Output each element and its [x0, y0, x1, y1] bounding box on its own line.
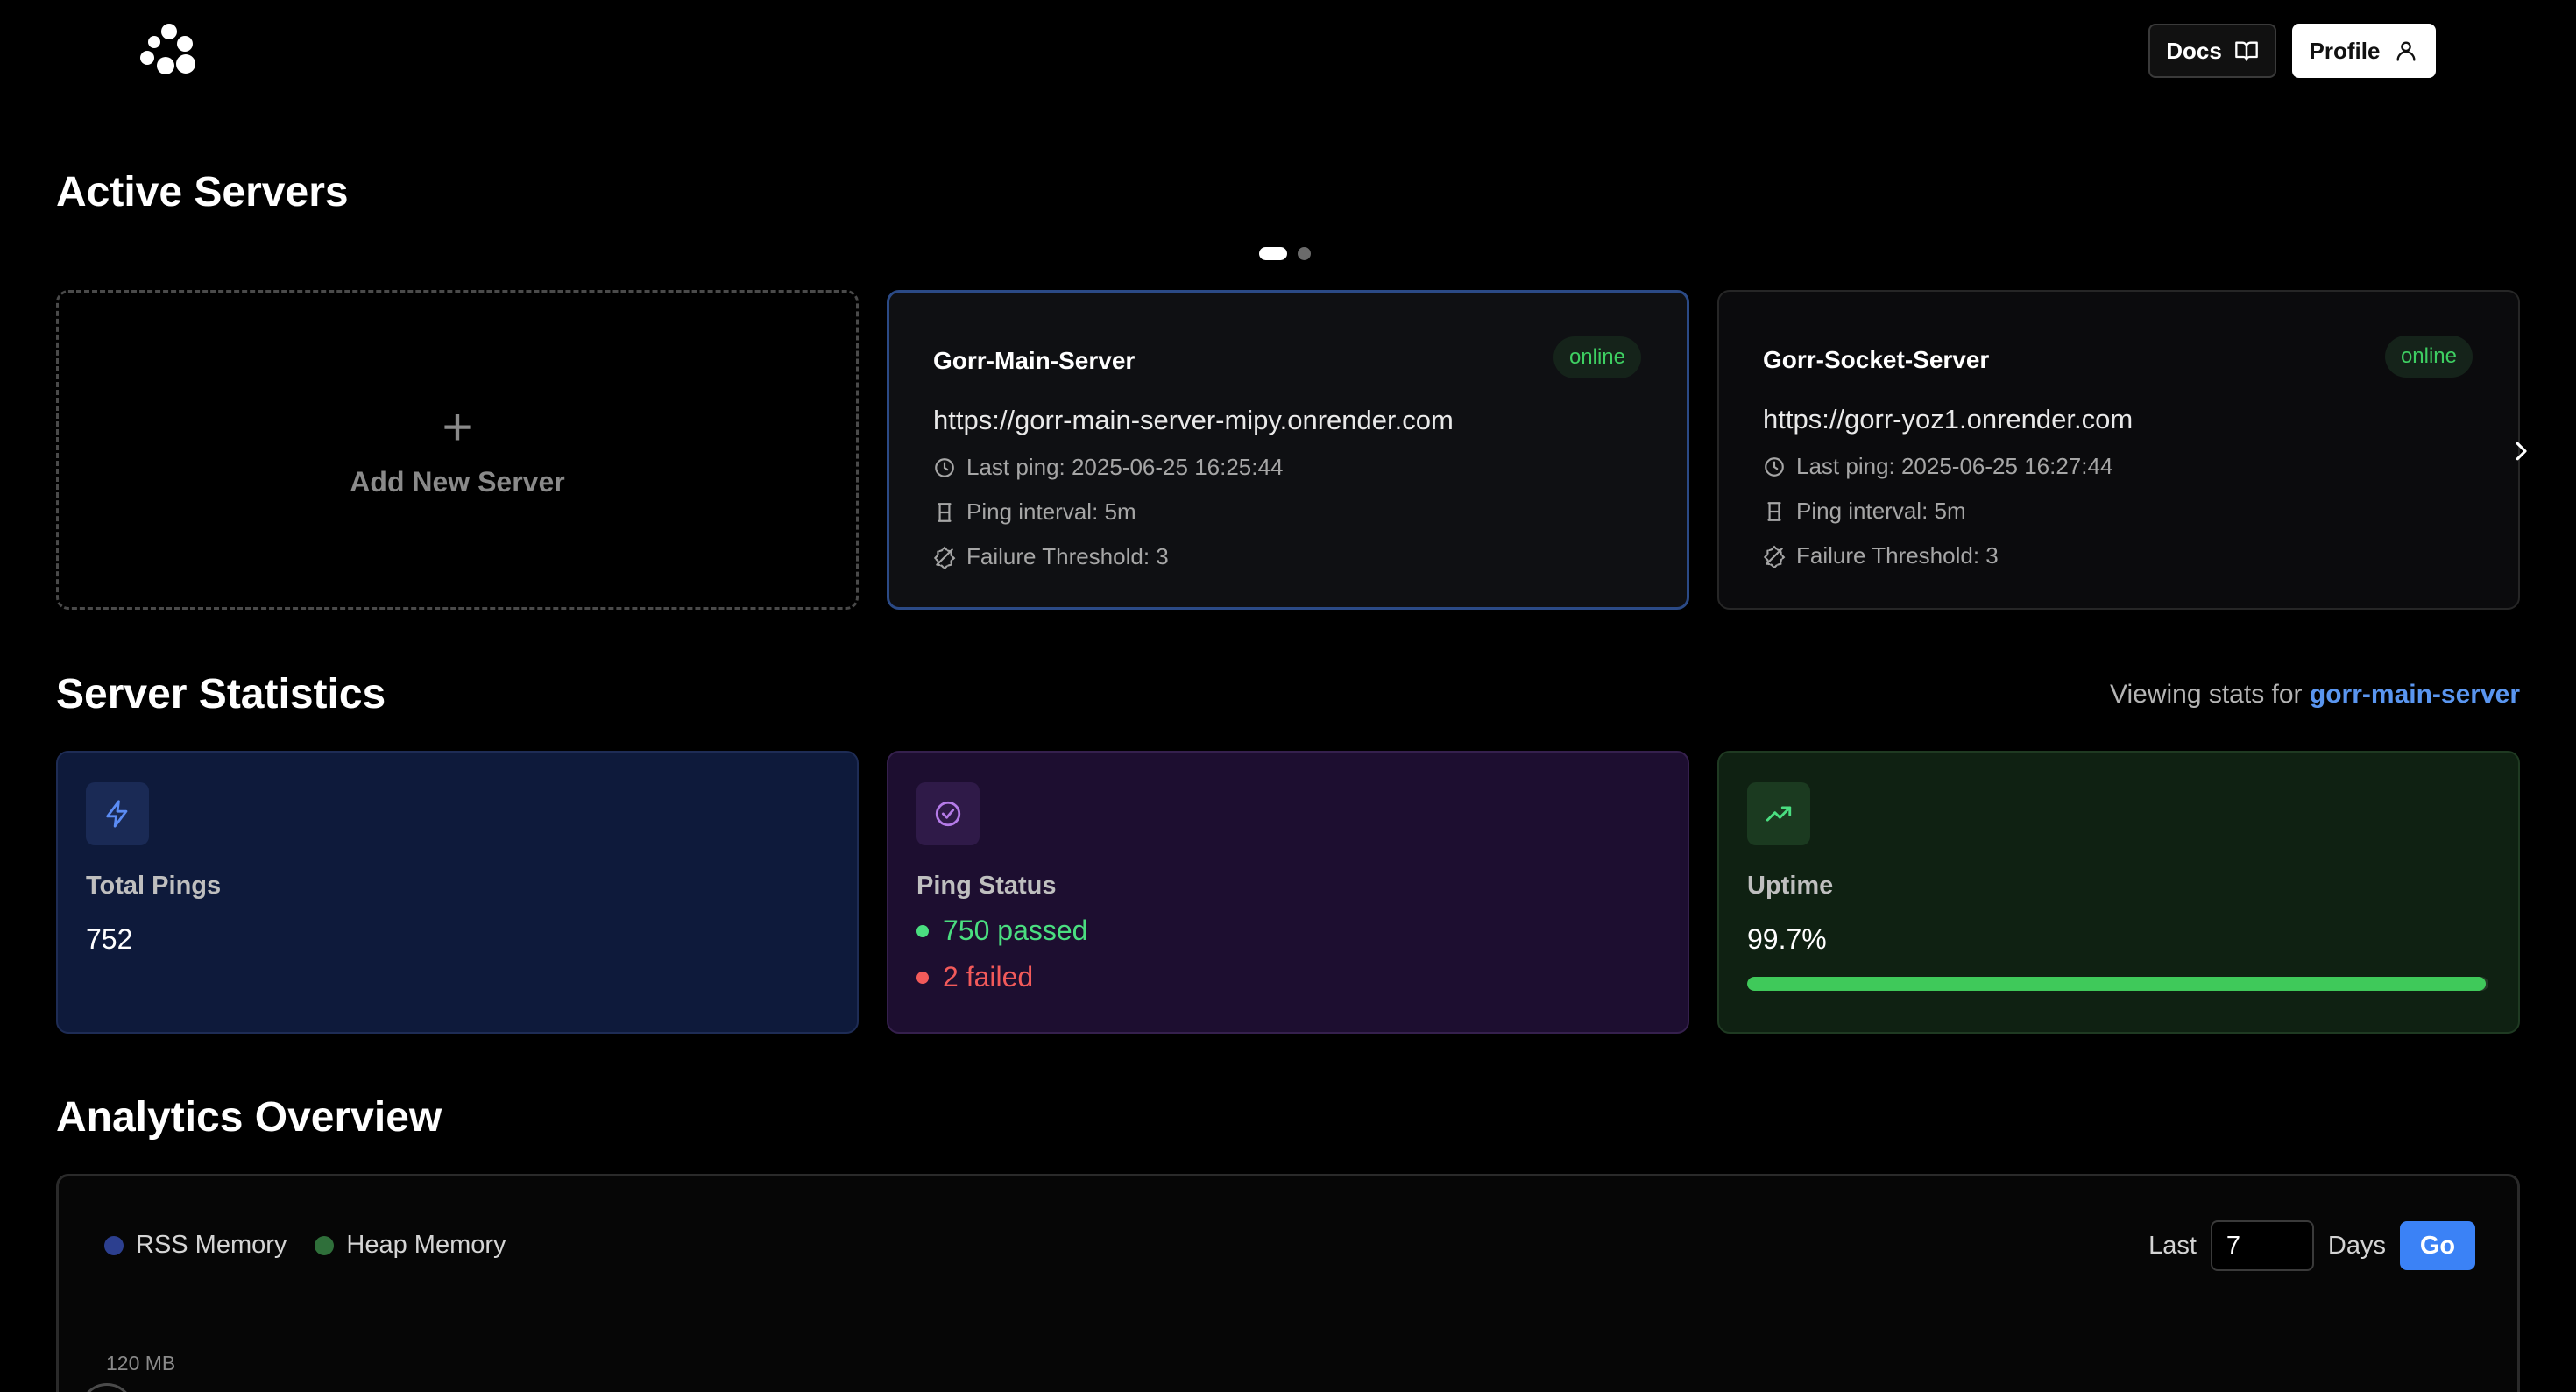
legend-swatch — [104, 1235, 124, 1255]
profile-label: Profile — [2309, 37, 2381, 64]
status-badge: online — [1553, 336, 1641, 378]
ping-interval-text: Ping interval: 5m — [1796, 498, 1966, 524]
total-pings-label: Total Pings — [86, 872, 222, 900]
server-url: https://gorr-yoz1.onrender.com — [1763, 404, 2134, 435]
ping-status-card: Ping Status 750 passed 2 failed — [887, 751, 1689, 1034]
ping-interval-row: Ping interval: 5m — [933, 498, 1643, 526]
failure-threshold-text: Failure Threshold: 3 — [1796, 542, 1999, 569]
ping-status-label: Ping Status — [916, 872, 1057, 900]
server-statistics-title: Server Statistics — [56, 671, 386, 717]
server-name: Gorr-Socket-Server — [1763, 346, 1990, 373]
lightning-icon — [86, 782, 149, 845]
analytics-overview-title: Analytics Overview — [56, 1094, 442, 1141]
failed-row: 2 failed — [916, 961, 1660, 993]
viewing-server-link[interactable]: gorr-main-server — [2310, 680, 2520, 709]
legend-item-rss[interactable]: RSS Memory — [104, 1231, 287, 1260]
analytics-chart-card: RSS Memory Heap Memory Last Days Go 120 … — [56, 1174, 2520, 1392]
server-url: https://gorr-main-server-mipy.onrender.c… — [933, 405, 1454, 435]
chart-axis-point — [80, 1383, 134, 1392]
add-server-card[interactable]: + Add New Server — [56, 290, 859, 610]
y-axis-tick: 120 MB — [106, 1352, 176, 1374]
failed-dot — [916, 971, 929, 984]
legend-item-heap[interactable]: Heap Memory — [315, 1231, 506, 1260]
clock-icon — [1763, 456, 1786, 478]
days-input[interactable] — [2210, 1220, 2314, 1271]
last-ping-text: Last ping: 2025-06-25 16:27:44 — [1796, 453, 2113, 479]
passed-dot — [916, 924, 929, 937]
total-pings-card: Total Pings 752 — [56, 751, 859, 1034]
uptime-label: Uptime — [1747, 872, 1834, 900]
chevron-right-icon — [2508, 438, 2534, 464]
passed-row: 750 passed — [916, 915, 1660, 947]
server-card[interactable]: Gorr-Main-Server online https://gorr-mai… — [887, 290, 1689, 610]
uptime-value: 99.7% — [1747, 923, 1827, 955]
book-icon — [2234, 39, 2259, 63]
last-ping-row: Last ping: 2025-06-25 16:27:44 — [1763, 453, 2474, 480]
docs-button[interactable]: Docs — [2148, 24, 2276, 78]
date-range-controls: Last Days Go — [2148, 1220, 2475, 1271]
add-server-label: Add New Server — [350, 466, 565, 498]
total-pings-value: 752 — [86, 923, 133, 955]
legend-label: RSS Memory — [136, 1231, 287, 1259]
logo-icon[interactable] — [137, 23, 200, 77]
server-name: Gorr-Main-Server — [933, 347, 1136, 374]
pager-dot[interactable] — [1298, 247, 1311, 260]
clock-icon — [933, 456, 956, 479]
shield-off-icon — [933, 546, 956, 569]
check-circle-icon — [916, 782, 980, 845]
range-prefix: Last — [2148, 1231, 2197, 1260]
failure-threshold-text: Failure Threshold: 3 — [966, 543, 1169, 569]
passed-text: 750 passed — [943, 915, 1088, 946]
plus-icon: + — [442, 398, 473, 456]
range-suffix: Days — [2327, 1231, 2386, 1260]
carousel-pager — [1259, 247, 1311, 260]
uptime-card: Uptime 99.7% — [1717, 751, 2520, 1034]
last-ping-text: Last ping: 2025-06-25 16:25:44 — [966, 454, 1284, 480]
shield-off-icon — [1763, 545, 1786, 568]
docs-label: Docs — [2166, 37, 2222, 64]
last-ping-row: Last ping: 2025-06-25 16:25:44 — [933, 454, 1643, 481]
active-servers-title: Active Servers — [56, 169, 349, 216]
ping-interval-row: Ping interval: 5m — [1763, 498, 2474, 525]
hourglass-icon — [1763, 500, 1786, 523]
failure-threshold-row: Failure Threshold: 3 — [933, 543, 1643, 570]
chart-legend: RSS Memory Heap Memory — [104, 1231, 506, 1260]
dashboard-page: Docs Profile Active Servers + Add New Se… — [0, 0, 2576, 1392]
viewing-prefix: Viewing stats for — [2110, 680, 2303, 709]
pager-dot-active[interactable] — [1259, 247, 1287, 260]
user-icon — [2394, 39, 2418, 63]
go-button[interactable]: Go — [2400, 1221, 2475, 1270]
uptime-progress-fill — [1747, 977, 2487, 991]
profile-button[interactable]: Profile — [2292, 24, 2436, 78]
ping-interval-text: Ping interval: 5m — [966, 498, 1136, 525]
legend-swatch — [315, 1235, 335, 1255]
status-badge: online — [2384, 336, 2473, 378]
failed-text: 2 failed — [943, 961, 1034, 993]
trending-up-icon — [1747, 782, 1810, 845]
uptime-progress-bar — [1747, 977, 2488, 991]
failure-threshold-row: Failure Threshold: 3 — [1763, 542, 2474, 569]
carousel-next-button[interactable] — [2499, 429, 2543, 473]
hourglass-icon — [933, 501, 956, 524]
viewing-stats-text: Viewing stats for gorr-main-server — [2110, 680, 2520, 710]
legend-label: Heap Memory — [346, 1231, 506, 1259]
server-card[interactable]: Gorr-Socket-Server online https://gorr-y… — [1717, 290, 2520, 610]
